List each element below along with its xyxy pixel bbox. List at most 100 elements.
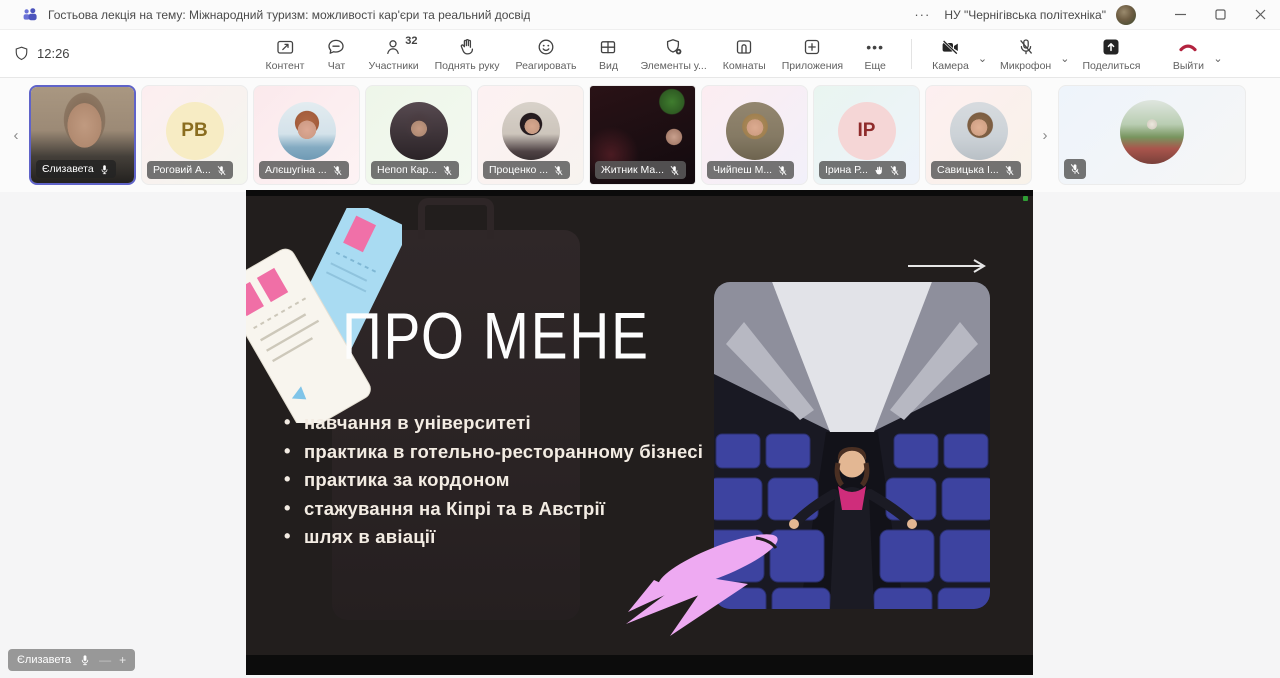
next-arrow-icon — [906, 258, 992, 274]
participant-name: Савицька І... — [937, 164, 999, 176]
participant-tile[interactable]: РВ Роговий А... — [141, 85, 248, 185]
participant-tile[interactable] — [1058, 85, 1246, 185]
zoom-out-button[interactable]: — — [99, 653, 111, 667]
shield-gear-icon — [663, 36, 685, 58]
mic-on-icon — [79, 654, 91, 666]
share-content-icon — [274, 36, 296, 58]
leave-button[interactable]: Выйти — [1166, 33, 1210, 74]
participant-name: Роговий А... — [153, 164, 211, 176]
teams-meeting-window: Гостьова лекція на тему: Міжнародний тур… — [0, 0, 1280, 678]
mic-off-icon — [1015, 36, 1037, 58]
share-screen-icon — [1100, 36, 1122, 58]
participant-tile[interactable]: Чийпеш М... — [701, 85, 808, 185]
slide-bullet: практика в готельно-ресторанному бізнесі — [282, 441, 703, 463]
participants-icon: 32 — [383, 36, 405, 58]
zoom-in-button[interactable]: + — [119, 653, 126, 667]
participants-filmstrip: ‹ Єлизавета РВ Роговий А... Алєшугіна ..… — [0, 78, 1280, 192]
participant-name: Алєшугіна ... — [265, 164, 327, 176]
toolbar-divider — [911, 39, 912, 69]
participant-name: Чийпеш М... — [713, 164, 772, 176]
participants-count: 32 — [405, 35, 417, 47]
camera-options-chevron[interactable]: ⌄ — [975, 50, 990, 67]
filmstrip-scroll-left-button[interactable]: ‹ — [8, 127, 24, 144]
live-indicator-dot — [1023, 196, 1028, 201]
participants-button[interactable]: 32 Участники — [362, 33, 424, 74]
initials-avatar: IP — [838, 102, 896, 160]
more-button[interactable]: ••• Еще — [853, 33, 897, 74]
leave-options-chevron[interactable]: ⌄ — [1210, 50, 1225, 67]
apps-button[interactable]: Приложения — [776, 33, 849, 74]
participant-tile[interactable]: Проценко ... — [477, 85, 584, 185]
mic-button[interactable]: Микрофон — [994, 33, 1057, 74]
maximize-button[interactable] — [1200, 0, 1240, 30]
presenter-overlay[interactable]: Єлизавета — + — [8, 649, 135, 671]
mic-off-icon — [1069, 163, 1081, 175]
pink-plane-illustration — [606, 520, 806, 642]
titlebar-more-button[interactable]: ··· — [914, 7, 930, 22]
participant-name: Єлизавета — [42, 163, 94, 175]
view-button[interactable]: Вид — [586, 33, 630, 74]
participant-tile[interactable]: IP Ірина Р... — [813, 85, 920, 185]
raise-hand-button[interactable]: Поднять руку — [429, 33, 506, 74]
initials-avatar: РВ — [166, 102, 224, 160]
mic-off-icon — [332, 165, 343, 176]
photo-avatar — [502, 102, 560, 160]
content-button[interactable]: Контент — [260, 33, 311, 74]
mic-off-icon — [669, 165, 680, 176]
mic-on-icon — [99, 164, 110, 175]
minimize-button[interactable] — [1160, 0, 1200, 30]
photo-avatar — [726, 102, 784, 160]
mic-off-icon — [216, 165, 227, 176]
shared-content-stage: ПРО МЕНЕ — [0, 192, 1280, 678]
participant-name: Ірина Р... — [825, 164, 868, 176]
photo-avatar — [278, 102, 336, 160]
close-button[interactable] — [1240, 0, 1280, 30]
meeting-timer: 12:26 — [14, 46, 70, 61]
camera-off-icon — [939, 36, 961, 58]
participant-tile[interactable]: Савицька І... — [925, 85, 1032, 185]
breakout-rooms-icon — [733, 36, 755, 58]
filmstrip-scroll-right-button[interactable]: › — [1037, 127, 1053, 144]
slide-letterbox-bottom — [246, 655, 1033, 675]
participant-tile[interactable]: Непоп Кар... — [365, 85, 472, 185]
react-button[interactable]: Реагировать — [510, 33, 583, 74]
add-app-icon — [801, 36, 823, 58]
slide-title: ПРО МЕНЕ — [342, 298, 650, 374]
mic-off-icon — [889, 165, 900, 176]
mic-off-icon — [777, 165, 788, 176]
slide-bullet: навчання в університеті — [282, 412, 703, 434]
shield-icon — [14, 46, 29, 61]
smiley-icon — [535, 36, 557, 58]
user-avatar[interactable] — [1116, 5, 1136, 25]
rooms-button[interactable]: Комнаты — [717, 33, 772, 74]
raised-hand-icon — [873, 165, 884, 176]
photo-avatar — [950, 102, 1008, 160]
title-bar: Гостьова лекція на тему: Міжнародний тур… — [0, 0, 1280, 30]
camera-button[interactable]: Камера — [926, 33, 975, 74]
teams-logo-icon — [22, 7, 38, 23]
raise-hand-icon — [456, 36, 478, 58]
org-account-label[interactable]: НУ "Чернігівська політехніка" — [944, 8, 1106, 22]
chat-bubble-icon — [325, 36, 347, 58]
participant-tile[interactable]: Житник Ма... — [589, 85, 696, 185]
meeting-toolbar: 12:26 Контент Чат 32 Участники — [0, 30, 1280, 78]
participant-name: Житник Ма... — [601, 164, 664, 176]
mic-options-chevron[interactable]: ⌄ — [1057, 50, 1072, 67]
participant-tile[interactable]: Алєшугіна ... — [253, 85, 360, 185]
shared-slide: ПРО МЕНЕ — [246, 190, 1033, 675]
photo-avatar — [390, 102, 448, 160]
grid-view-icon — [597, 36, 619, 58]
mic-status-badge — [1064, 159, 1086, 179]
mic-off-icon — [1004, 165, 1015, 176]
slide-bullet: стажування на Кіпрі та в Австрії — [282, 498, 703, 520]
mic-off-icon — [442, 165, 453, 176]
mic-off-icon — [553, 165, 564, 176]
chat-button[interactable]: Чат — [314, 33, 358, 74]
meeting-elements-button[interactable]: Элементы у... — [634, 33, 712, 74]
timer-value: 12:26 — [37, 46, 70, 61]
slide-bullet: практика за кордоном — [282, 469, 703, 491]
share-button[interactable]: Поделиться — [1076, 33, 1146, 74]
participant-name: Непоп Кар... — [377, 164, 437, 176]
more-dots-icon: ••• — [864, 36, 886, 58]
participant-tile-speaking[interactable]: Єлизавета — [29, 85, 136, 185]
